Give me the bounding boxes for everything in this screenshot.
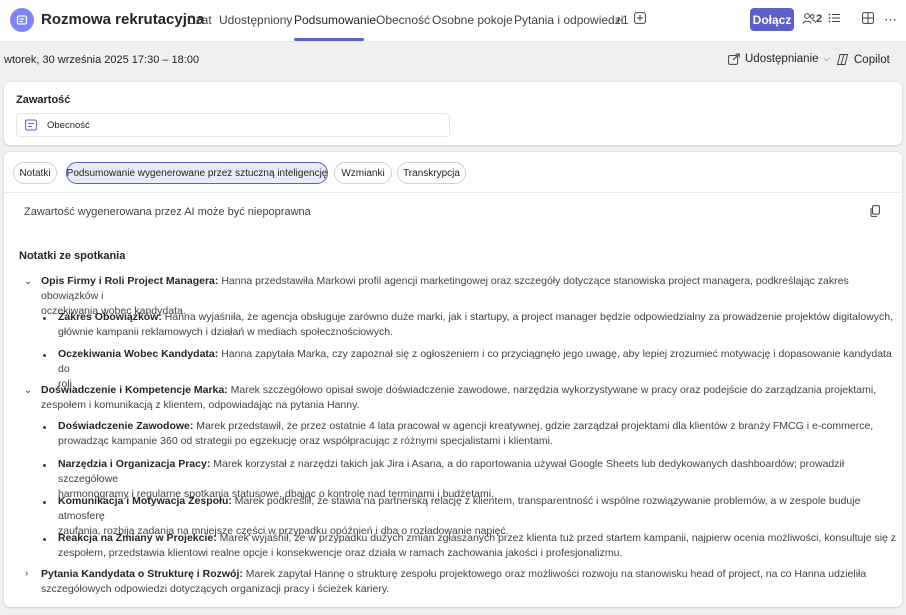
- ai-disclaimer: Zawartość wygenerowana przez AI może być…: [24, 206, 311, 218]
- tab-ai-summary[interactable]: Podsumowanie wygenerowane przez sztuczną…: [66, 162, 328, 184]
- bullet: [43, 354, 46, 357]
- top-bar: Rozmowa rekrutacyjna Czat Udostępniony P…: [0, 0, 906, 42]
- summary-card: Notatki Podsumowanie wygenerowane przez …: [4, 152, 902, 607]
- bullet-title: Oczekiwania Wobec Kandydata:: [58, 348, 219, 360]
- bullet-text: Hanna wyjaśniła, że agencja obsługuje za…: [164, 311, 894, 323]
- section-title: Pytania Kandydata o Strukturę i Rozwój:: [41, 568, 243, 580]
- meeting-icon: [10, 8, 34, 32]
- share-icon: [728, 53, 740, 65]
- section-text: zespołem i komunikacją z klientem, odpow…: [41, 399, 360, 411]
- divider: [4, 192, 902, 193]
- bullet-title: Zakres Obowiązków:: [58, 311, 162, 323]
- content-card: Zawartość Obecność: [4, 82, 902, 145]
- tab-notes[interactable]: Notatki: [13, 162, 57, 184]
- section-experience: Doświadczenie i Kompetencje Marka: Marek…: [41, 383, 891, 413]
- section-candidate-questions: Pytania Kandydata o Strukturę i Rozwój: …: [41, 567, 891, 597]
- attendance-file-icon: [25, 119, 37, 131]
- tab-attendance[interactable]: Obecność: [376, 13, 430, 27]
- bullet-text: głównie kampanii reklamowych i działań w…: [58, 326, 393, 338]
- bullet: [43, 426, 46, 429]
- section-title: Doświadczenie i Kompetencje Marka:: [41, 384, 228, 396]
- bullet-text: zespołem, przedstawia klientowi realne o…: [58, 547, 623, 559]
- participants-icon[interactable]: [802, 12, 816, 28]
- bullet: [43, 538, 46, 541]
- more-options-icon[interactable]: ⋯: [884, 12, 898, 28]
- list-item: Zakres Obowiązków: Hanna wyjaśniła, że a…: [58, 310, 898, 340]
- bullet-text: Marek wyjaśnił, że w przypadku dużych zm…: [219, 532, 897, 544]
- chevron-right-icon[interactable]: ›: [25, 568, 28, 579]
- tab-mentions[interactable]: Wzmianki: [334, 162, 392, 184]
- layout-icon[interactable]: [862, 12, 874, 27]
- tab-transcript[interactable]: Transkrypcja: [397, 162, 466, 184]
- copilot-button[interactable]: Copilot: [836, 53, 890, 66]
- bullet-text: Marek przedstawił, że przez ostatnie 4 l…: [196, 420, 874, 432]
- tab-qa[interactable]: Pytania i odpowiedzi: [514, 13, 623, 27]
- content-title: Zawartość: [16, 94, 71, 106]
- join-button[interactable]: Dołącz: [750, 8, 794, 31]
- tab-breakout-rooms[interactable]: Osobne pokoje: [432, 13, 513, 27]
- meeting-title: Rozmowa rekrutacyjna: [41, 11, 205, 28]
- meeting-datetime: wtorek, 30 września 2025 17:30 – 18:00: [4, 54, 200, 66]
- copilot-icon: [836, 54, 849, 65]
- list-icon[interactable]: [828, 12, 840, 27]
- chevron-down-icon: ⌵: [823, 54, 830, 63]
- bullet-title: Narzędzia i Organizacja Pracy:: [58, 458, 211, 470]
- bullet-title: Doświadczenie Zawodowe:: [58, 420, 194, 432]
- section-title: Opis Firmy i Roli Project Managera:: [41, 275, 219, 287]
- copy-icon[interactable]: [870, 205, 880, 220]
- tab-more[interactable]: +1: [615, 13, 629, 27]
- section-text: Marek szczegółowo opisał swoje doświadcz…: [230, 384, 877, 396]
- list-item: Doświadczenie Zawodowe: Marek przedstawi…: [58, 419, 898, 449]
- notes-title: Notatki ze spotkania: [19, 250, 126, 262]
- bullet: [43, 317, 46, 320]
- tab-shared[interactable]: Udostępniony: [219, 13, 292, 27]
- bullet: [43, 464, 46, 467]
- tab-chat[interactable]: Czat: [187, 13, 212, 27]
- participants-count: 2: [816, 13, 823, 25]
- tab-summary[interactable]: Podsumowanie: [294, 13, 376, 27]
- bullet-text: prowadząc kampanie 360 od strategii po e…: [58, 435, 553, 447]
- meeting-info-bar: wtorek, 30 września 2025 17:30 – 18:00 U…: [0, 43, 906, 77]
- copilot-label: Copilot: [854, 53, 890, 66]
- add-tab-icon[interactable]: [634, 12, 646, 27]
- bullet-title: Komunikacja i Motywacja Zespołu:: [58, 495, 232, 507]
- bullet: [43, 501, 46, 504]
- section-text: Marek zapytał Hannę o strukturę zespołu …: [245, 568, 867, 580]
- attendance-file[interactable]: Obecność: [16, 113, 450, 137]
- share-label: Udostępnianie: [745, 53, 819, 65]
- chevron-down-icon[interactable]: ⌄: [24, 276, 32, 287]
- section-text: szczegółowych odpowiedzi dotyczących org…: [41, 583, 390, 595]
- active-tab-indicator: [294, 38, 364, 41]
- attendance-label: Obecność: [47, 119, 90, 131]
- list-item: Reakcja na Zmiany w Projekcie: Marek wyj…: [58, 531, 898, 561]
- bullet-title: Reakcja na Zmiany w Projekcie:: [58, 532, 217, 544]
- chevron-down-icon[interactable]: ⌄: [24, 385, 32, 396]
- share-button[interactable]: Udostępnianie ⌵: [728, 53, 830, 65]
